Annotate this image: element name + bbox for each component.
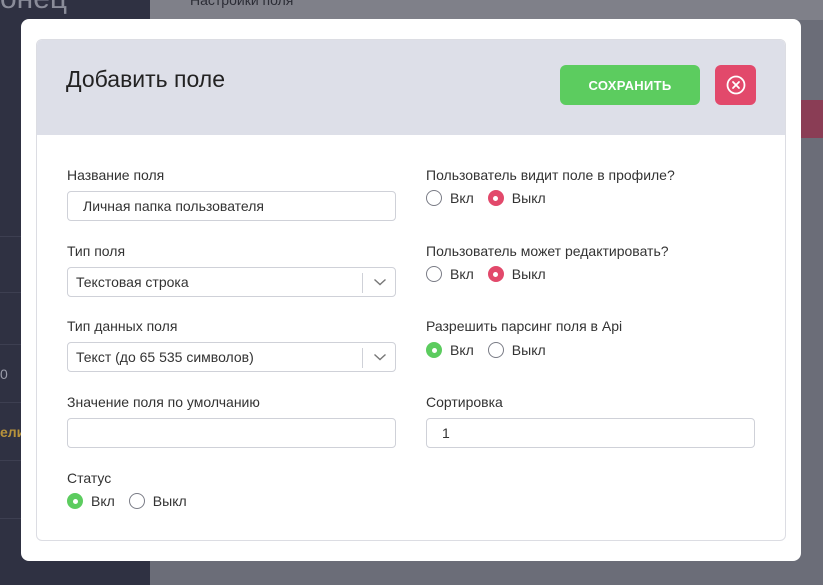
field-name-label: Название поля (67, 167, 165, 183)
field-type-value: Текстовая строка (76, 274, 189, 290)
radio-circle (128, 493, 145, 509)
background-topbar-title: Настройки поля (190, 0, 294, 8)
visible-in-profile-radio-group: Вкл Выкл (426, 190, 560, 206)
radio-circle (426, 342, 442, 358)
save-button[interactable]: СОХРАНИТЬ (560, 65, 700, 105)
data-type-value: Текст (до 65 535 символов) (76, 349, 254, 365)
field-name-input[interactable]: Личная папка пользователя (67, 191, 396, 221)
radio-label: Выкл (511, 266, 546, 282)
can-edit-radio-group: Вкл Выкл (426, 266, 560, 282)
can-edit-label: Пользователь может редактировать? (426, 243, 669, 259)
visible-in-profile-label: Пользователь видит поле в профиле? (426, 167, 675, 183)
radio-circle (426, 266, 442, 282)
add-field-modal: Добавить поле СОХРАНИТЬ Название поля Ли… (21, 19, 801, 561)
status-off-radio[interactable]: Выкл (128, 493, 187, 509)
default-value-input[interactable] (67, 418, 396, 448)
sorting-label: Сортировка (426, 394, 503, 410)
chevron-down-icon (374, 353, 386, 361)
background-sidebar-text: 0 (0, 366, 8, 382)
select-divider (362, 273, 363, 293)
modal-title: Добавить поле (66, 66, 225, 92)
status-radio-group: Вкл Выкл (67, 493, 201, 509)
background-accent-bar (800, 100, 823, 138)
close-button[interactable] (715, 65, 756, 105)
radio-circle (487, 266, 504, 282)
radio-label: Вкл (91, 493, 115, 509)
api-parsing-off-radio[interactable]: Выкл (487, 342, 546, 358)
radio-circle (487, 190, 504, 206)
radio-label: Вкл (450, 266, 474, 282)
background-logo: онец (0, 0, 67, 16)
api-parsing-radio-group: Вкл Выкл (426, 342, 560, 358)
status-label: Статус (67, 470, 112, 486)
api-parsing-label: Разрешить парсинг поля в Api (426, 318, 623, 334)
radio-label: Вкл (450, 190, 474, 206)
can-edit-off-radio[interactable]: Выкл (487, 266, 546, 282)
data-type-select[interactable]: Текст (до 65 535 символов) (67, 342, 396, 372)
radio-circle (426, 190, 442, 206)
status-on-radio[interactable]: Вкл (67, 493, 115, 509)
data-type-label: Тип данных поля (67, 318, 178, 334)
visible-in-profile-off-radio[interactable]: Выкл (487, 190, 546, 206)
radio-label: Выкл (511, 190, 546, 206)
default-value-label: Значение поля по умолчанию (67, 394, 260, 410)
radio-circle (67, 493, 83, 509)
radio-label: Выкл (511, 342, 546, 358)
select-divider (362, 348, 363, 368)
field-type-select[interactable]: Текстовая строка (67, 267, 396, 297)
api-parsing-on-radio[interactable]: Вкл (426, 342, 474, 358)
sorting-input[interactable]: 1 (426, 418, 755, 448)
visible-in-profile-on-radio[interactable]: Вкл (426, 190, 474, 206)
radio-circle (487, 342, 504, 358)
can-edit-on-radio[interactable]: Вкл (426, 266, 474, 282)
radio-label: Вкл (450, 342, 474, 358)
field-type-label: Тип поля (67, 243, 126, 259)
modal-header: Добавить поле СОХРАНИТЬ (37, 40, 785, 135)
chevron-down-icon (374, 278, 386, 286)
modal-content: Добавить поле СОХРАНИТЬ Название поля Ли… (36, 39, 786, 541)
radio-label: Выкл (152, 493, 187, 509)
close-circle-icon (726, 75, 745, 95)
